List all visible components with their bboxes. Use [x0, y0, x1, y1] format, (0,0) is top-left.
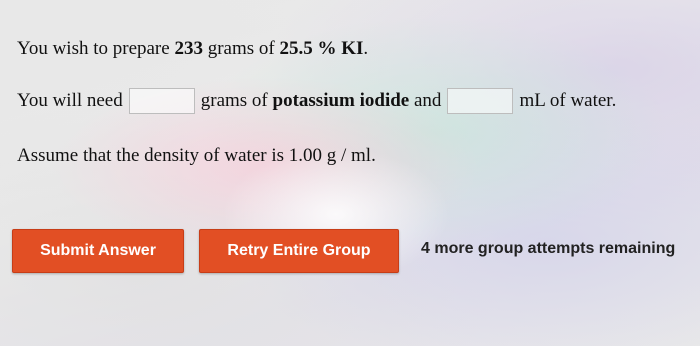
submit-answer-button[interactable]: Submit Answer: [12, 229, 184, 273]
retry-entire-group-button[interactable]: Retry Entire Group: [199, 229, 399, 273]
ml-water-input[interactable]: [447, 88, 514, 114]
attempts-remaining-text: 4 more group attempts remaining: [421, 240, 676, 257]
problem-statement: You wish to prepare 233 grams of 25.5 % …: [17, 38, 368, 60]
grams-ki-input[interactable]: [128, 88, 195, 114]
density-assumption: Assume that the density of water is 1.00…: [17, 145, 376, 166]
answer-ml-label: mL of water.: [519, 90, 617, 111]
answer-prefix: You will need: [17, 90, 123, 111]
answer-sentence: You will need grams of potassium iodide …: [17, 88, 616, 114]
and-text: and: [409, 90, 442, 111]
grams-of-text: grams of: [200, 90, 273, 111]
statement-prefix: You wish to prepare: [17, 38, 175, 59]
statement-suffix: .: [363, 38, 369, 59]
answer-grams-label: grams of potassium iodide and: [201, 90, 442, 112]
target-mass: 233: [174, 38, 203, 59]
compound-name: potassium iodide: [272, 90, 410, 111]
solution-concentration: 25.5 % KI: [279, 38, 364, 59]
statement-middle: grams of: [202, 38, 280, 59]
